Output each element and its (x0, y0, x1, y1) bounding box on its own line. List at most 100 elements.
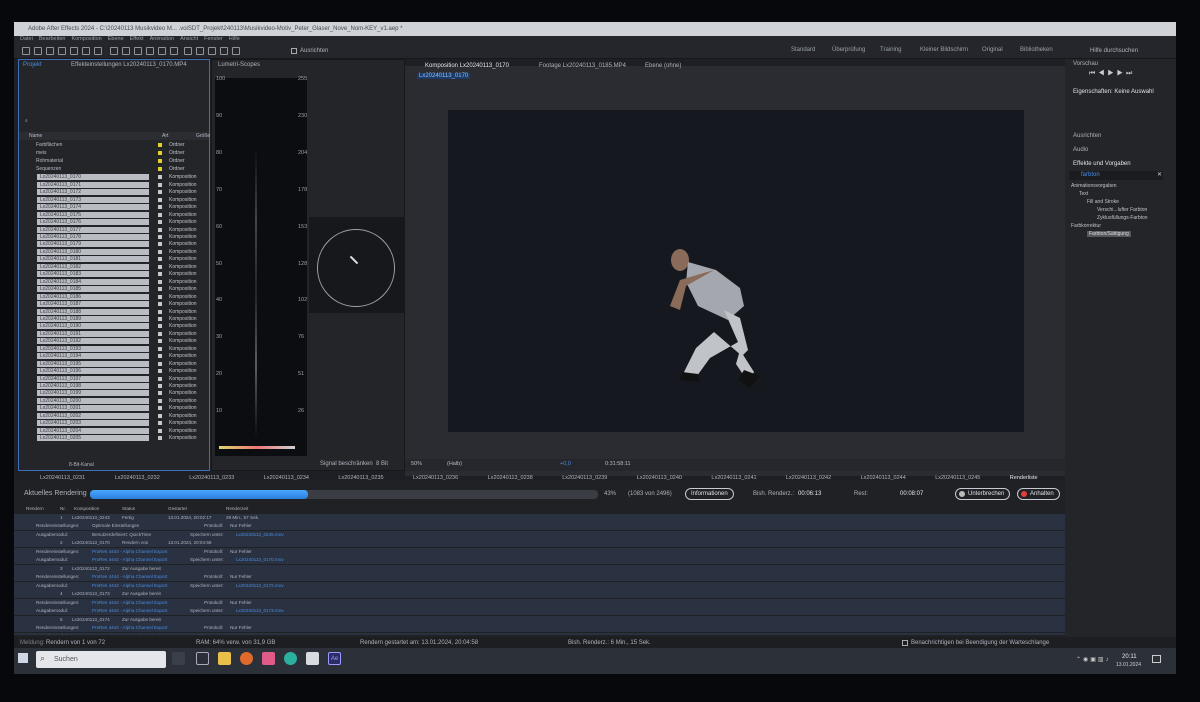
tab-lumetri-scopes[interactable]: Lumetri-Scopes (218, 62, 260, 68)
help-search[interactable]: Hilfe durchsuchen (1090, 48, 1138, 54)
composition-row[interactable]: Lx20240113_0186 Komposition (23, 293, 201, 300)
pan-tool-icon[interactable] (82, 47, 90, 55)
render-line[interactable]: Ausgabemodul: ProRes 4444 - Alpha Channel… (14, 581, 1065, 590)
composition-row[interactable]: Lx20240113_0177 Komposition (23, 226, 201, 233)
menu-ansicht[interactable]: Ansicht (180, 36, 198, 42)
resolution-select[interactable]: (Halb) (447, 461, 462, 467)
clamp-signal-label[interactable]: Signal beschränken (320, 461, 373, 467)
workspace-review[interactable]: Überprüfung (832, 47, 865, 53)
roto-brush-tool-icon[interactable] (220, 47, 228, 55)
render-line[interactable]: Rendereinstellungen: ProRes 4444 - Alpha … (14, 573, 1065, 581)
composition-row[interactable]: Lx20240113_0187 Komposition (23, 300, 201, 308)
folder-row[interactable]: Farbflächen Ordner (23, 141, 201, 148)
effects-tree-item[interactable]: Fill and Stroke (1087, 199, 1119, 205)
composition-row[interactable]: Lx20240113_0180 Komposition (23, 248, 201, 255)
tab-effect-controls[interactable]: Effekteinstellungen Lx20240113_0170.MP4 (71, 62, 187, 68)
zoom-select[interactable]: 50% (411, 461, 422, 467)
exposure-value[interactable]: +0,0 (560, 461, 571, 467)
composition-row[interactable]: Lx20240113_0198 Komposition (23, 382, 201, 389)
workspace-training[interactable]: Training (880, 47, 901, 53)
timecode[interactable]: 0:31:58:11 (605, 461, 631, 467)
notify-checkbox[interactable] (902, 640, 908, 646)
render-line[interactable]: 5 Lx20240113_0174 Zur Ausgabe bereit (14, 615, 1065, 624)
workspace-libraries[interactable]: Bibliotheken (1020, 47, 1053, 53)
composition-row[interactable]: Lx20240113_0194 Komposition (23, 352, 201, 360)
tab-layer[interactable]: Ebene (ohne) (645, 63, 681, 69)
puppet-tool-icon[interactable] (232, 47, 240, 55)
composition-row[interactable]: Lx20240113_0182 Komposition (23, 263, 201, 270)
after-effects-icon[interactable]: Ae (328, 652, 341, 665)
composition-row[interactable]: Lx20240113_0195 Komposition (23, 360, 201, 367)
pan-behind-tool-icon[interactable] (134, 47, 142, 55)
menu-komposition[interactable]: Komposition (71, 36, 101, 42)
composition-row[interactable]: Lx20240113_0202 Komposition (23, 412, 201, 419)
taskbar-search-input[interactable]: Suchen (36, 651, 166, 668)
render-line[interactable]: Ausgabemodul: ProRes 4444 - Alpha Channel… (14, 607, 1065, 615)
eraser-tool-icon[interactable] (208, 47, 216, 55)
edge-icon[interactable] (284, 652, 297, 665)
mask-tool-icon[interactable] (146, 47, 154, 55)
tab-composition[interactable]: Komposition Lx20240113_0170 (425, 63, 509, 69)
text-tool-icon[interactable] (170, 47, 178, 55)
composition-row[interactable]: Lx20240113_0176 Komposition (23, 218, 201, 226)
composition-row[interactable]: Lx20240113_0193 Komposition (23, 345, 201, 352)
composition-row[interactable]: Lx20240113_0197 Komposition (23, 375, 201, 382)
effects-tree-item[interactable]: Animationsvorgaben (1071, 183, 1117, 189)
composition-row[interactable]: Lx20240113_0179 Komposition (23, 240, 201, 248)
render-line[interactable]: Ausgabemodul: ProRes 4444 - Alpha Channel… (14, 632, 1065, 635)
menu-bearbeiten[interactable]: Bearbeiten (39, 36, 66, 42)
render-line[interactable]: Rendereinstellungen: ProRes 4444 - Alpha … (14, 624, 1065, 632)
menu-datei[interactable]: Datei (20, 36, 33, 42)
menu-hilfe[interactable]: Hilfe (229, 36, 240, 42)
menu-animation[interactable]: Animation (150, 36, 174, 42)
menu-ebene[interactable]: Ebene (108, 36, 124, 42)
bit-select[interactable]: 8 Bit (376, 461, 388, 467)
playback-controls-icon[interactable]: ⏮◀▶▶⏭ (1089, 70, 1135, 78)
composition-row[interactable]: Lx20240113_0191 Komposition (23, 330, 201, 337)
firefox-icon[interactable] (240, 652, 253, 665)
menu-fenster[interactable]: Fenster (204, 36, 223, 42)
composition-row[interactable]: Lx20240113_0175 Komposition (23, 211, 201, 218)
selection-tool-icon[interactable] (34, 47, 42, 55)
composition-row[interactable]: Lx20240113_0192 Komposition (23, 337, 201, 345)
render-line[interactable]: Rendereinstellungen: Optimale Einstellung… (14, 522, 1065, 530)
file-explorer-icon[interactable] (218, 652, 231, 665)
render-line[interactable]: Rendern Nr. Komposition Status Gestartet Rend… (14, 505, 1065, 513)
composition-row[interactable]: Lx20240113_0199 Komposition (23, 389, 201, 397)
composition-row[interactable]: Lx20240113_0201 Komposition (23, 404, 201, 412)
composition-row[interactable]: Lx20240113_0205 Komposition (23, 434, 201, 442)
composition-row[interactable]: Lx20240113_0196 Komposition (23, 367, 201, 375)
home-icon[interactable] (22, 47, 30, 55)
media-icon[interactable] (306, 652, 319, 665)
tab-project[interactable]: Projekt (23, 62, 42, 68)
stamp-tool-icon[interactable] (196, 47, 204, 55)
render-line[interactable]: Rendereinstellungen: ProRes 4444 - Alpha … (14, 547, 1065, 556)
composition-row[interactable]: Lx20240113_0189 Komposition (23, 315, 201, 322)
composition-row[interactable]: Lx20240113_0183 Komposition (23, 270, 201, 278)
render-line[interactable]: Ausgabemodul: ProRes 4444 - Alpha Channel… (14, 556, 1065, 564)
taskbar-time[interactable]: 20:11 (1122, 654, 1137, 660)
effects-tree-item[interactable]: Zyklusfüllungs-Farbton (1097, 215, 1148, 221)
tab-footage[interactable]: Footage Lx20240113_0185.MP4 (539, 63, 626, 69)
task-view-icon[interactable] (172, 652, 185, 665)
align-checkbox[interactable] (291, 48, 297, 54)
clock-app-icon[interactable] (196, 652, 209, 665)
col-type[interactable]: Art (162, 133, 168, 139)
composition-row[interactable]: Lx20240113_0184 Komposition (23, 278, 201, 285)
camera-tool-icon[interactable] (122, 47, 130, 55)
effects-tree-item[interactable]: Verschi...lufter Farbton (1097, 207, 1147, 213)
folder-row[interactable]: Sequenzen Ordner (23, 165, 201, 172)
dolly-tool-icon[interactable] (94, 47, 102, 55)
effects-tree-item[interactable]: Farbkorrektur (1071, 223, 1101, 229)
render-line[interactable]: 4 Lx20240113_0173 Zur Ausgabe bereit (14, 590, 1065, 598)
photos-icon[interactable] (262, 652, 275, 665)
render-line[interactable]: 1 Lx20240113_0243 Fertig 13.01.2024, 20:02:… (14, 513, 1065, 522)
clear-search-icon[interactable]: ✕ (1157, 171, 1162, 178)
effects-tree-item[interactable]: Farbton/Sättigung (1087, 231, 1131, 237)
brush-tool-icon[interactable] (184, 47, 192, 55)
workspace-standard[interactable]: Standard (791, 47, 815, 53)
effects-search-input[interactable]: farbton (1069, 171, 1163, 180)
composition-row[interactable]: Lx20240113_0185 Komposition (23, 285, 201, 293)
info-button[interactable]: Informationen (685, 488, 734, 500)
hand-tool-icon[interactable] (46, 47, 54, 55)
